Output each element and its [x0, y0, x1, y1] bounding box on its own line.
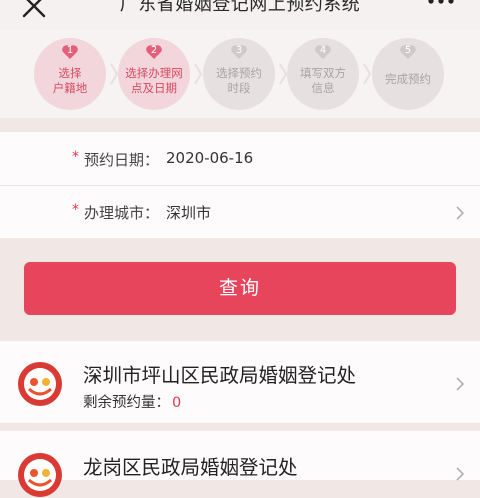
query-button[interactable]: 查询	[24, 262, 456, 315]
date-row[interactable]: * 预约日期： 2020-06-16	[0, 132, 480, 186]
office-list-item[interactable]: 龙岗区民政局婚姻登记处	[0, 431, 480, 497]
app-title: 广东省婚姻登记网上预约系统	[119, 0, 361, 15]
required-mark: *	[72, 202, 79, 218]
more-icon[interactable]	[428, 0, 454, 6]
step-number: 4	[319, 45, 327, 56]
step-4: 4 填写双方 信息	[287, 38, 359, 110]
step-3: 3 选择预约 时段	[203, 38, 275, 110]
appointment-form: * 预约日期： 2020-06-16 * 办理城市： 深圳市	[0, 132, 480, 238]
date-label: 预约日期：	[84, 151, 160, 169]
step-label: 选择 户籍地	[52, 66, 88, 95]
chevron-right-icon	[456, 206, 464, 220]
city-value[interactable]: 深圳市	[166, 202, 211, 223]
step-2: 2 选择办理网 点及日期	[118, 38, 190, 110]
step-label: 选择预约 时段	[216, 66, 262, 95]
marriage-registry-logo	[18, 362, 62, 406]
chevron-right-icon	[279, 63, 287, 85]
chevron-right-icon	[456, 467, 464, 481]
chevron-right-icon	[456, 377, 464, 391]
chevron-right-icon	[110, 63, 118, 85]
step-number: 1	[66, 45, 74, 56]
office-list-item[interactable]: 深圳市坪山区民政局婚姻登记处 剩余预约量： 0	[0, 341, 480, 423]
step-label: 完成预约	[385, 72, 431, 86]
chevron-right-icon	[363, 63, 371, 85]
marriage-registry-logo	[18, 453, 62, 497]
step-number: 3	[235, 45, 243, 56]
remaining-quota: 剩余预约量： 0	[83, 395, 182, 411]
step-label: 选择办理网 点及日期	[125, 66, 183, 95]
date-value[interactable]: 2020-06-16	[166, 149, 253, 167]
step-indicator: 1 选择 户籍地 2 选择办理网 点及日期 3 选择预约 时段 4 填写双方 信息 5 …	[0, 30, 480, 118]
required-mark: *	[72, 149, 79, 165]
office-name: 龙岗区民政局婚姻登记处	[83, 456, 298, 479]
step-label: 填写双方 信息	[300, 66, 346, 95]
chevron-right-icon	[194, 63, 202, 85]
step-number: 5	[404, 45, 412, 56]
remaining-count: 0	[172, 395, 182, 411]
city-label: 办理城市：	[84, 204, 160, 222]
city-row[interactable]: * 办理城市： 深圳市	[0, 186, 480, 238]
step-1: 1 选择 户籍地	[34, 38, 106, 110]
office-name: 深圳市坪山区民政局婚姻登记处	[83, 364, 357, 387]
step-number: 2	[150, 45, 158, 56]
top-bar: 广东省婚姻登记网上预约系统	[0, 0, 480, 30]
step-5: 5 完成预约	[372, 38, 444, 110]
